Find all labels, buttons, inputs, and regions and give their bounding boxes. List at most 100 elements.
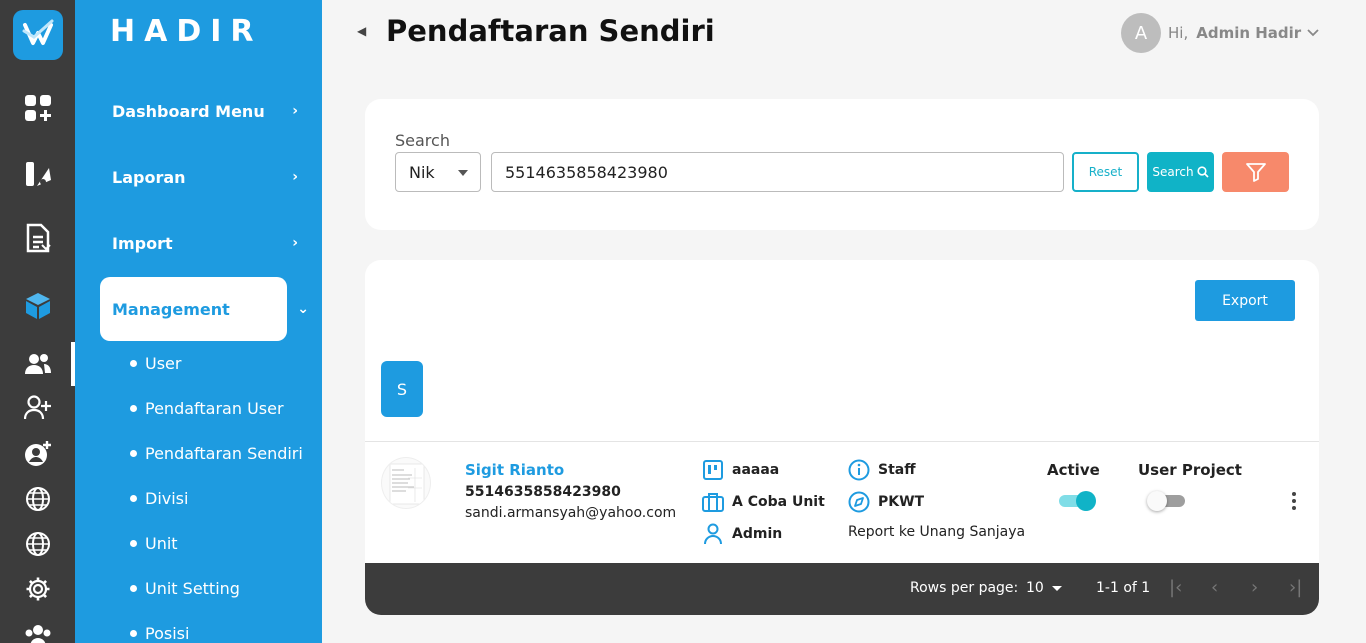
unit-value: A Coba Unit [732,494,825,510]
submenu-label: Posisi [145,624,190,643]
menu-laporan[interactable]: Laporan › [100,145,312,209]
filter-icon [1245,163,1266,182]
menu-label: Management [112,299,230,319]
bullet-icon [130,495,137,502]
import-document-icon[interactable] [22,222,54,254]
toggle-knob [1076,491,1096,511]
menu-label: Import [112,233,173,253]
collapse-sidebar-icon[interactable]: ◀ [357,24,366,38]
submenu-label: Unit [145,534,178,553]
user-nik: 5514635858423980 [465,484,621,500]
menu-dashboard[interactable]: Dashboard Menu › [100,79,312,143]
reset-button[interactable]: Reset [1072,152,1139,192]
submenu-unit-setting[interactable]: Unit Setting [130,579,240,598]
chevron-right-icon: › [292,103,298,119]
sidebar: HADIR Dashboard Menu › Laporan › Import … [75,0,322,643]
role-value: Admin [732,526,783,542]
filter-button[interactable] [1222,152,1289,192]
user-add-circle-icon[interactable] [22,438,54,470]
more-options-icon[interactable] [1292,492,1296,510]
dashboard-icon[interactable] [22,92,54,124]
search-field-select[interactable]: Nik [395,152,481,192]
search-button[interactable]: Search [1147,152,1214,192]
chevron-down-icon: ⌄ [297,301,309,317]
report-chart-icon[interactable] [22,158,54,190]
submenu-user[interactable]: User [130,354,181,373]
rows-per-page-label: Rows per page: [910,580,1019,596]
prev-page-icon[interactable]: ‹ [1211,577,1218,598]
bullet-icon [130,630,137,637]
position-value: Staff [878,462,916,478]
icon-rail [0,0,75,643]
user-menu[interactable]: A Hi, Admin Hadir [1121,13,1319,53]
globe-icon[interactable] [22,528,54,560]
caret-down-icon [458,170,468,176]
search-field-value: Nik [409,162,435,182]
add-user-icon[interactable] [22,392,54,424]
export-button[interactable]: Export [1195,280,1295,321]
search-button-label: Search [1152,165,1194,179]
toggle-knob [1147,491,1167,511]
bullet-icon [130,540,137,547]
submenu-unit[interactable]: Unit [130,534,178,553]
rows-per-page-value: 10 [1026,580,1044,596]
next-page-icon[interactable]: › [1251,577,1258,598]
settings-gear-icon[interactable] [22,573,54,605]
search-card: Search Nik Reset Search [365,99,1319,230]
divider [365,441,1319,442]
search-input[interactable] [491,152,1064,192]
pagination-range: 1-1 of 1 [1096,580,1151,596]
submenu-pendaftaran-user[interactable]: Pendaftaran User [130,399,284,418]
submenu-label: Divisi [145,489,189,508]
chevron-right-icon: › [292,235,298,251]
active-toggle[interactable] [1059,491,1096,511]
role-info: Admin [702,523,782,545]
active-label: Active [1047,461,1100,479]
management-box-icon[interactable] [22,290,54,322]
menu-management[interactable]: Management ⌄ [100,277,309,341]
compass-icon [848,491,870,513]
team-icon[interactable] [22,620,54,643]
avatar: A [1121,13,1161,53]
user-name-link[interactable]: Sigit Rianto [465,461,564,479]
app-logo[interactable] [13,10,63,60]
users-icon[interactable] [22,348,54,380]
globe-icon[interactable] [22,483,54,515]
briefcase-icon [702,491,724,513]
division-value: aaaaa [732,462,780,478]
submenu-label: Pendaftaran User [145,399,284,418]
division-info: aaaaa [702,459,779,481]
chevron-down-icon [1307,26,1319,40]
chevron-right-icon: › [292,169,298,185]
rows-per-page-select[interactable]: 10 [1026,580,1062,596]
user-icon [702,523,724,545]
user-project-label: User Project [1138,461,1242,479]
search-label: Search [395,131,450,150]
bullet-icon [130,450,137,457]
submenu-posisi[interactable]: Posisi [130,624,189,643]
brand-logo-text: HADIR [110,14,263,49]
submenu-label: Unit Setting [145,579,240,598]
last-page-icon[interactable]: ›| [1289,577,1302,598]
first-page-icon[interactable]: |‹ [1169,577,1182,598]
search-icon [1197,166,1209,178]
user-project-toggle[interactable] [1147,491,1185,511]
info-icon [848,459,870,481]
greeting: Hi, [1168,24,1189,42]
unit-info: A Coba Unit [702,491,825,513]
menu-label: Laporan [112,167,186,187]
bullet-icon [130,585,137,592]
bullet-icon [130,405,137,412]
menu-label: Dashboard Menu [112,101,265,121]
group-letter-chip: S [381,361,423,417]
submenu-label: User [145,354,182,373]
division-board-icon [702,459,724,481]
menu-import[interactable]: Import › [100,211,312,275]
user-email: sandi.armansyah@yahoo.com [465,505,677,521]
contract-info: PKWT [848,491,924,513]
submenu-divisi[interactable]: Divisi [130,489,188,508]
report-to: Report ke Unang Sanjaya [848,524,1026,540]
submenu-pendaftaran-sendiri[interactable]: Pendaftaran Sendiri [130,444,303,463]
user-photo[interactable] [381,457,431,509]
bullet-icon [130,360,137,367]
